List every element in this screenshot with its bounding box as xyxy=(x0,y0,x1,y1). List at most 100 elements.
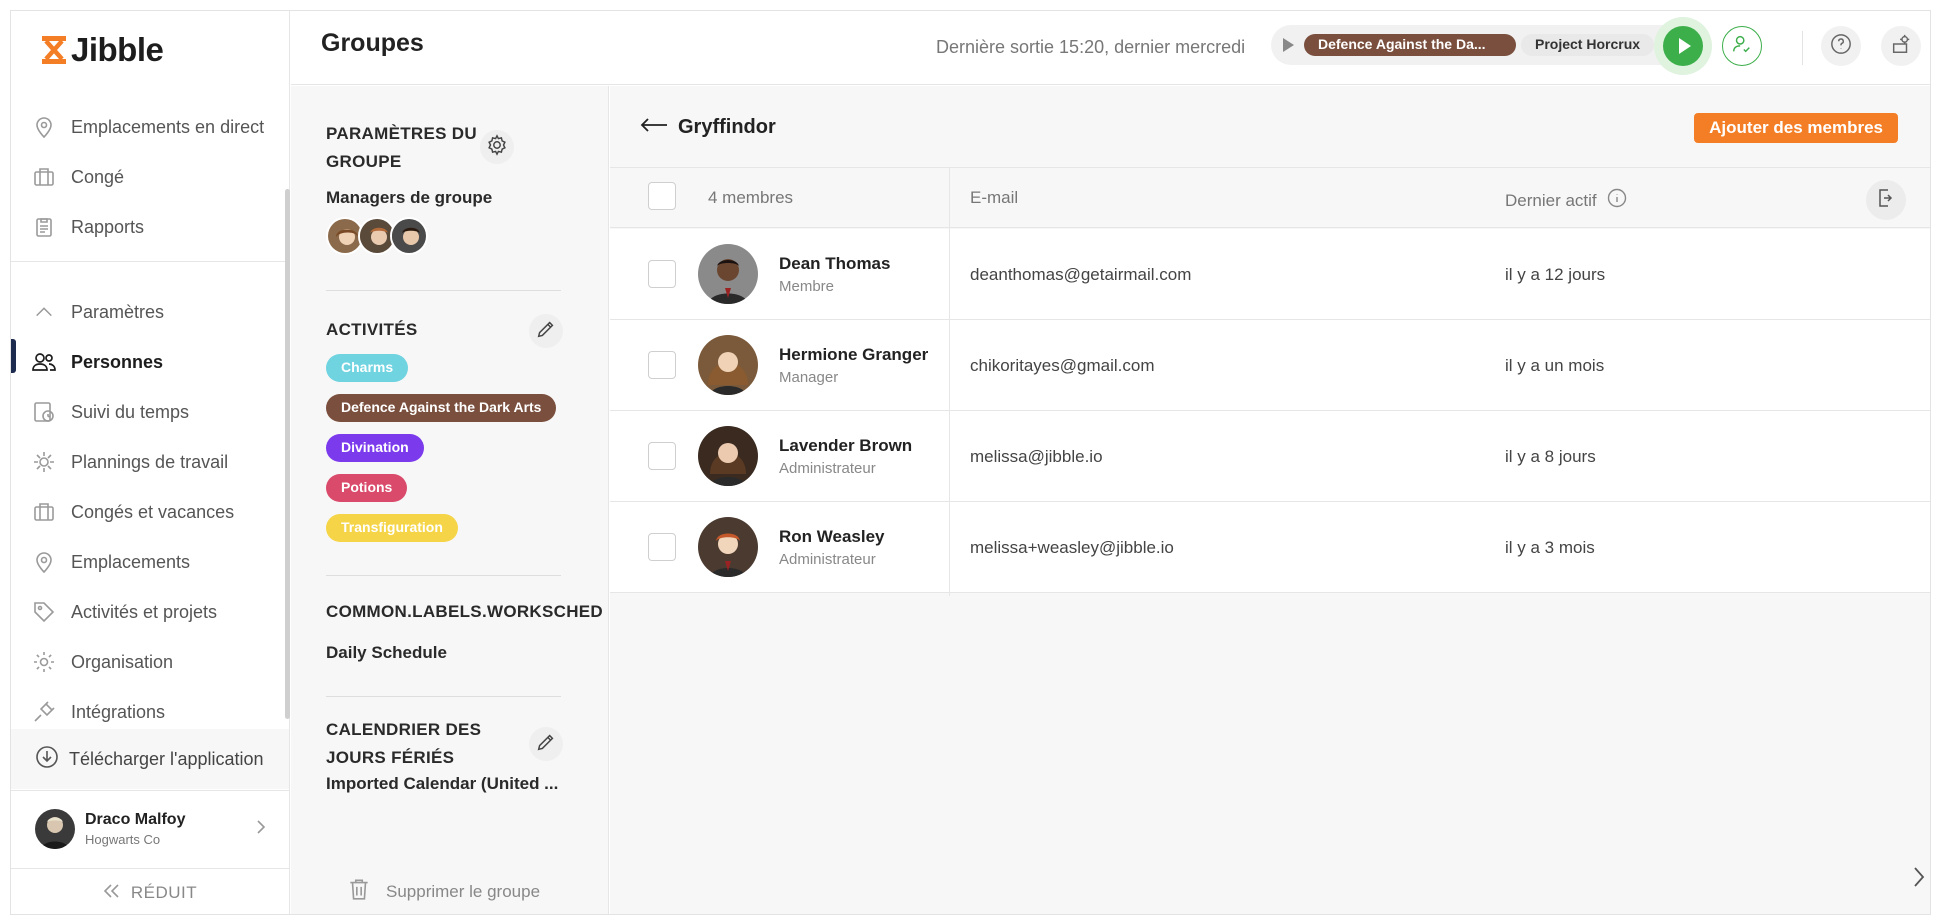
member-last-active: il y a 3 mois xyxy=(1505,538,1595,557)
app-window: Jibble Emplacements en direct Congé Rapp… xyxy=(10,10,1931,915)
activity-tag-defence[interactable]: Defence Against the Dark Arts xyxy=(326,394,557,422)
question-icon xyxy=(1830,33,1852,60)
edit-activities-button[interactable] xyxy=(529,314,563,348)
double-chevron-left-icon xyxy=(103,883,121,903)
pencil-icon xyxy=(535,731,557,758)
row-checkbox[interactable] xyxy=(648,351,676,379)
delete-group-label: Supprimer le groupe xyxy=(386,881,541,901)
row-checkbox[interactable] xyxy=(648,442,676,470)
group-topbar: Gryffindor Ajouter des membres xyxy=(610,86,1930,168)
play-icon xyxy=(1283,38,1294,52)
jibble-logo[interactable]: Jibble xyxy=(41,31,164,69)
sidebar-item-reports[interactable]: Rapports xyxy=(31,211,144,243)
group-settings-title: PARAMÈTRES DU GROUPE xyxy=(326,124,477,171)
member-name: Ron Weasley xyxy=(779,527,885,546)
member-name: Lavender Brown xyxy=(779,436,913,455)
sidebar-item-schedules[interactable]: Plannings de travail xyxy=(31,446,228,478)
collapse-label: RÉDUIT xyxy=(130,882,198,902)
download-app-button[interactable]: Télécharger l'application xyxy=(11,729,289,789)
info-icon[interactable] xyxy=(1607,188,1627,213)
avatar xyxy=(390,217,428,255)
sidebar-item-organization[interactable]: Organisation xyxy=(31,646,173,678)
group-settings-panel: PARAMÈTRES DU GROUPE Managers de groupe … xyxy=(291,86,609,914)
activity-tag-divination[interactable]: Divination xyxy=(326,434,424,462)
table-row[interactable]: Dean Thomas Membre deanthomas@getairmail… xyxy=(610,229,1930,320)
gear-icon xyxy=(31,649,57,675)
help-button[interactable] xyxy=(1821,26,1861,66)
avatar xyxy=(35,809,75,849)
timer-activity-chip[interactable]: Defence Against the Da... xyxy=(1304,34,1516,56)
member-email: melissa@jibble.io xyxy=(970,447,1103,466)
sidebar-item-activities[interactable]: Activités et projets xyxy=(31,596,217,628)
map-pin-icon xyxy=(31,114,57,140)
member-role: Administrateur xyxy=(779,551,876,568)
sidebar-item-locations[interactable]: Emplacements xyxy=(31,546,190,578)
jibble-logo-icon xyxy=(42,36,66,64)
delete-group-button[interactable]: Supprimer le groupe xyxy=(346,876,540,907)
member-last-active: il y a 8 jours xyxy=(1505,447,1596,466)
row-checkbox[interactable] xyxy=(648,533,676,561)
avatar xyxy=(698,426,758,486)
table-row[interactable]: Hermione Granger Manager chikoritayes@gm… xyxy=(610,320,1930,411)
profile-org: Hogwarts Co xyxy=(85,832,161,847)
member-name: Hermione Granger xyxy=(779,345,929,364)
chevron-right-icon[interactable] xyxy=(1912,866,1926,893)
sidebar-item-label: Paramètres xyxy=(71,301,165,322)
timer-selector[interactable]: Defence Against the Da... Project Horcru… xyxy=(1271,25,1691,65)
table-row[interactable]: Lavender Brown Administrateur melissa@ji… xyxy=(610,411,1930,502)
avatar xyxy=(698,517,758,577)
row-checkbox[interactable] xyxy=(648,260,676,288)
work-schedule-value[interactable]: Daily Schedule xyxy=(326,643,447,663)
chevron-up-icon xyxy=(31,299,57,325)
user-status-button[interactable] xyxy=(1722,26,1762,66)
export-button[interactable] xyxy=(1866,180,1906,220)
active-indicator xyxy=(11,339,16,373)
edit-holidays-button[interactable] xyxy=(529,727,563,761)
member-role: Manager xyxy=(779,369,839,386)
sidebar-item-time-tracking[interactable]: Suivi du temps xyxy=(31,396,189,428)
user-profile[interactable]: Draco Malfoy Hogwarts Co xyxy=(11,790,289,867)
sidebar-scrollbar[interactable] xyxy=(285,189,290,719)
sidebar-item-people[interactable]: Personnes xyxy=(31,346,163,378)
sidebar-divider xyxy=(11,261,289,262)
member-email: deanthomas@getairmail.com xyxy=(970,265,1192,284)
add-members-button[interactable]: Ajouter des membres xyxy=(1694,113,1898,143)
sidebar-item-label: Organisation xyxy=(71,651,174,672)
member-role: Administrateur xyxy=(779,460,876,477)
sidebar-item-settings[interactable]: Paramètres xyxy=(31,296,164,328)
holiday-calendar-title: CALENDRIER DES JOURS FÉRIÉS xyxy=(326,720,482,767)
arrow-left-icon xyxy=(640,116,668,139)
activity-tag-charms[interactable]: Charms xyxy=(326,354,409,382)
timer-project-chip[interactable]: Project Horcrux xyxy=(1521,34,1655,56)
work-schedule-title: COMMON.LABELS.WORKSCHED xyxy=(326,602,603,621)
table-row[interactable]: Ron Weasley Administrateur melissa+weasl… xyxy=(610,502,1930,593)
last-active-column-header[interactable]: Dernier actif xyxy=(1505,188,1627,213)
user-check-icon xyxy=(1731,33,1753,60)
header-divider xyxy=(1802,31,1803,65)
select-all-checkbox[interactable] xyxy=(648,182,676,210)
download-icon xyxy=(35,745,59,774)
activity-tag-potions[interactable]: Potions xyxy=(326,474,408,502)
sidebar-item-live-locations[interactable]: Emplacements en direct xyxy=(31,111,264,143)
sidebar-item-integrations[interactable]: Intégrations xyxy=(31,696,165,728)
members-count: 4 membres xyxy=(708,188,794,207)
group-managers-avatars[interactable] xyxy=(326,217,428,255)
pencil-icon xyxy=(535,318,557,345)
back-button[interactable]: Gryffindor xyxy=(640,116,776,139)
email-column-header[interactable]: E-mail xyxy=(970,188,1018,208)
group-name: Gryffindor xyxy=(678,116,776,138)
logo-text: Jibble xyxy=(71,31,164,68)
activity-tag-transfiguration[interactable]: Transfiguration xyxy=(326,514,458,542)
last-clock-out: Dernière sortie 15:20, dernier mercredi xyxy=(936,37,1246,57)
column-divider xyxy=(949,168,950,596)
export-icon xyxy=(1876,188,1896,213)
sidebar-item-leave[interactable]: Congé xyxy=(31,161,124,193)
clock-in-button[interactable] xyxy=(1663,26,1703,66)
briefcase-icon xyxy=(31,499,57,525)
collapse-sidebar-button[interactable]: RÉDUIT xyxy=(11,868,289,914)
group-settings-button[interactable] xyxy=(480,130,514,164)
gear-icon xyxy=(486,133,508,161)
sidebar-item-holidays[interactable]: Congés et vacances xyxy=(31,496,234,528)
quick-settings-button[interactable] xyxy=(1881,26,1921,66)
holiday-calendar-value[interactable]: Imported Calendar (United ... xyxy=(326,774,566,794)
